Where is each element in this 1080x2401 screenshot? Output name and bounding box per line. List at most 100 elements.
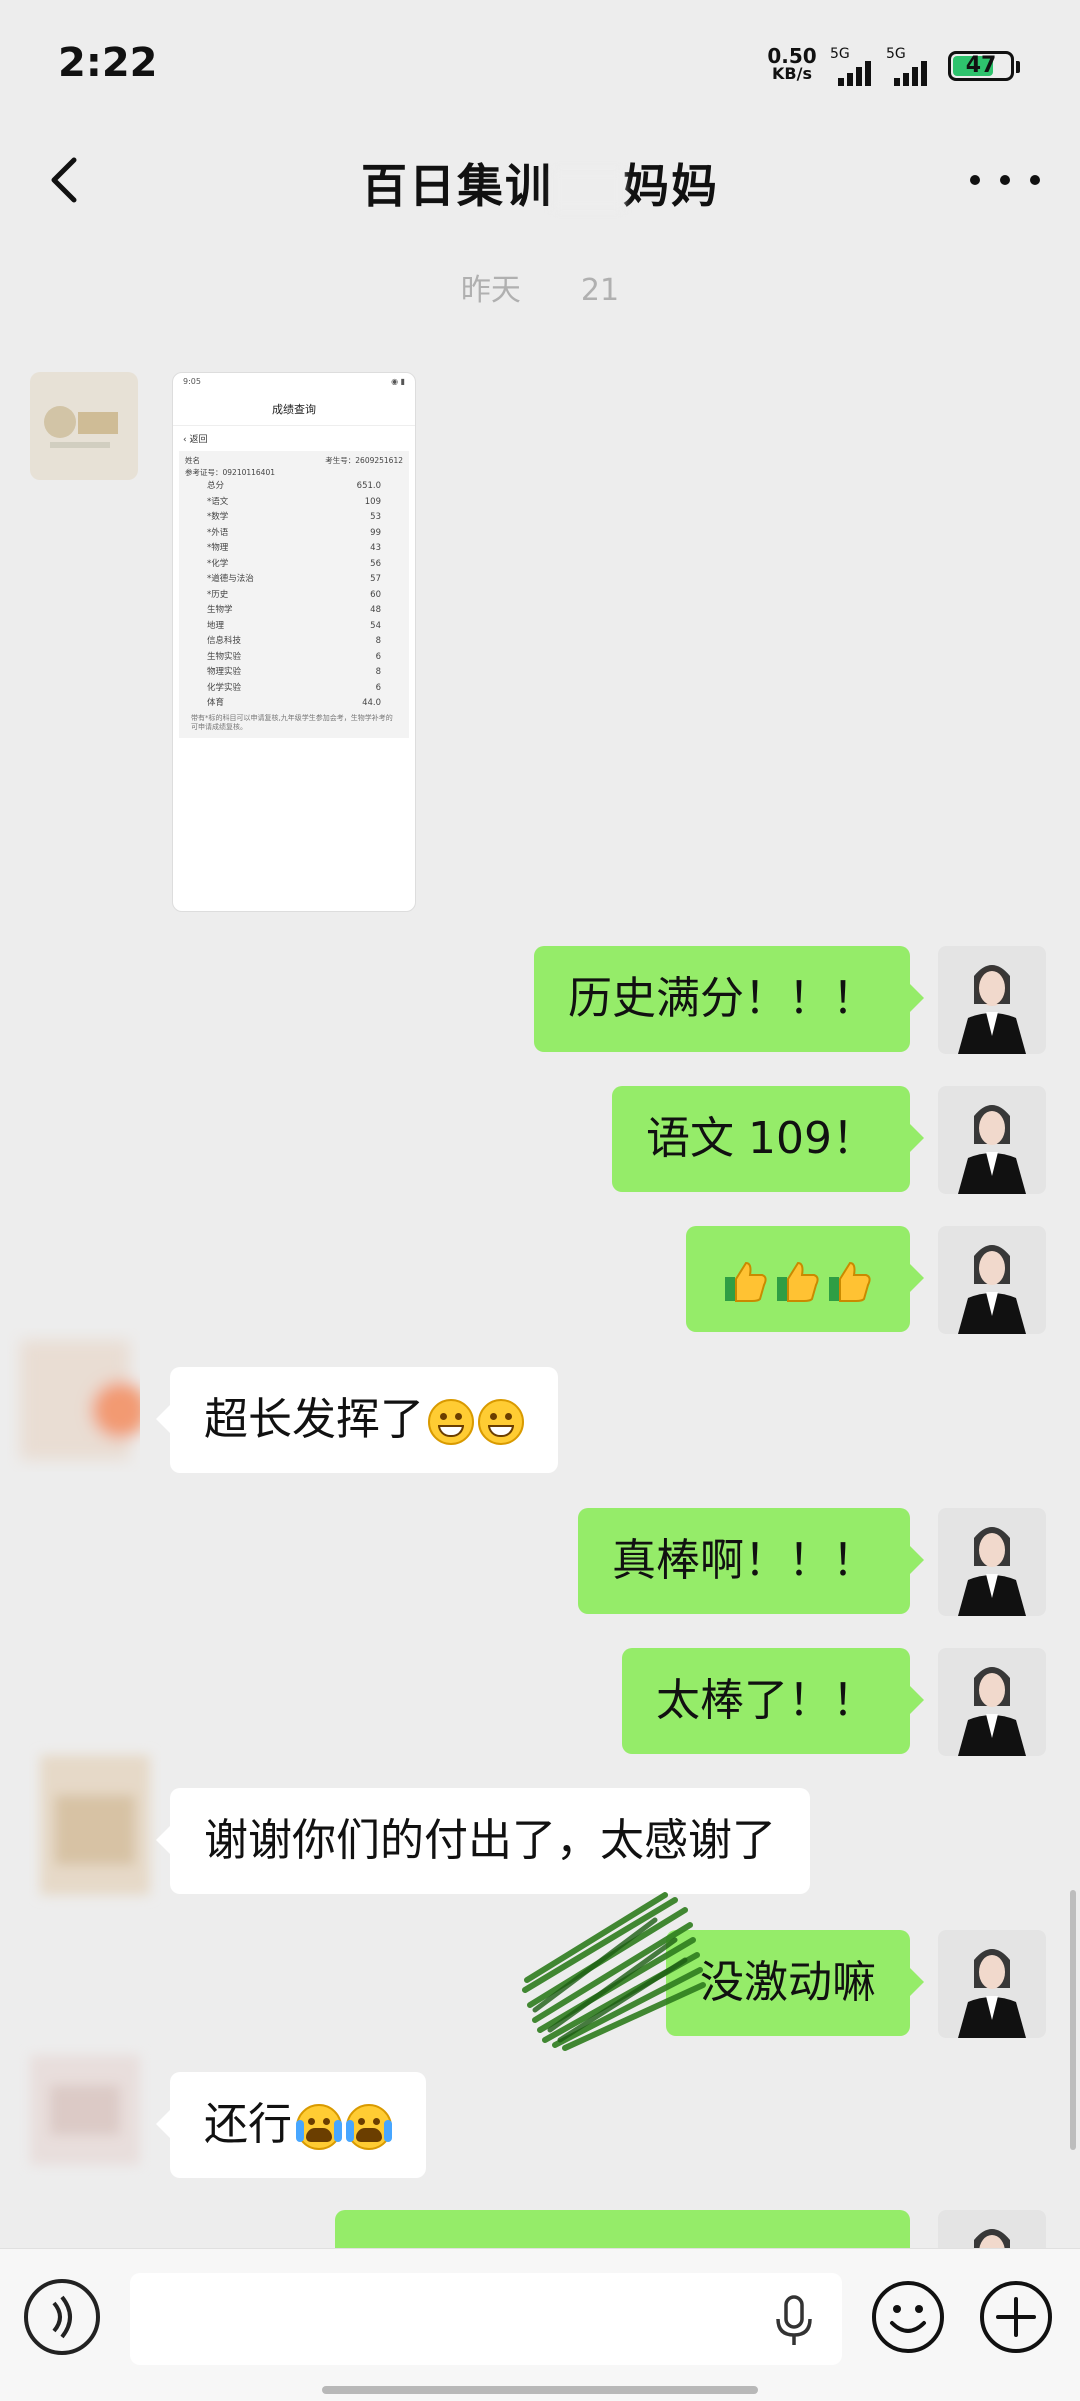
score-subject: 化学实验	[207, 682, 242, 693]
message-bubble-outgoing[interactable]: 历史满分！！！	[534, 946, 924, 1052]
score-value: 48	[370, 605, 381, 615]
chat-header: 百日集训 妈妈	[0, 130, 1080, 230]
score-card-ref: 参考证号： 09210116401	[185, 468, 275, 477]
score-row: 生物学 48	[185, 603, 403, 619]
score-value: 60	[370, 589, 381, 600]
voice-icon	[52, 2295, 72, 2339]
score-value: 8	[375, 667, 381, 677]
more-button[interactable]	[970, 150, 1040, 210]
timestamp-time: 21	[580, 273, 620, 308]
score-screenshot-image[interactable]: 9:05 ◉ ▮ 成绩查询 ‹ 返回 姓名 考生号：2609251612 参考证…	[172, 372, 416, 912]
score-subject: *语文	[207, 496, 229, 507]
chat-title: 百日集训 妈妈	[0, 150, 1080, 216]
contact-avatar[interactable]	[0, 1320, 140, 1490]
contact-avatar[interactable]	[20, 1735, 170, 1915]
screenshot-page-title: 成绩查询	[173, 395, 415, 426]
score-subject: *道德与法治	[207, 574, 254, 584]
score-value: 6	[375, 682, 381, 693]
plus-icon[interactable]	[978, 2279, 1054, 2355]
message-bubble-outgoing[interactable]: 真棒啊！！！	[578, 1508, 924, 1614]
score-value: 53	[370, 512, 381, 522]
score-value: 54	[370, 620, 381, 631]
scrollbar[interactable]	[1070, 1890, 1076, 2150]
microphone-icon[interactable]	[772, 2295, 816, 2347]
self-avatar[interactable]	[938, 1648, 1046, 1756]
score-subject: 体育	[207, 698, 225, 708]
thumbs-up-icon	[725, 1261, 767, 1302]
score-subject: 地理	[207, 620, 225, 631]
battery-icon: 47	[948, 51, 1020, 81]
self-avatar[interactable]	[938, 1930, 1046, 2038]
home-indicator[interactable]	[322, 2386, 758, 2394]
score-row: 化学实验 6	[185, 681, 403, 697]
score-table: 总分 651.0 *语文 109 *数学 53 *外语 99 *物理 43 *化学 56 *道德与法治 5…	[185, 479, 403, 712]
score-subject: *历史	[207, 589, 229, 600]
score-value: 57	[370, 574, 381, 584]
score-row: 生物实验 6	[185, 650, 403, 666]
screenshot-status-bar: 9:05 ◉ ▮	[173, 373, 415, 395]
thumbs-up-icon	[777, 1261, 819, 1302]
self-avatar[interactable]	[938, 1226, 1046, 1334]
score-subject: 信息科技	[207, 636, 242, 646]
input-bar	[0, 2248, 1080, 2401]
score-row: *物理 43	[185, 541, 403, 557]
redaction-scribble	[522, 1892, 706, 2051]
grin-emoji-icon	[428, 1399, 474, 1445]
score-row: 物理实验 8	[185, 665, 403, 681]
laugh-cry-emoji-icon	[296, 2104, 342, 2150]
message-timestamp: 昨天 21	[0, 265, 1080, 309]
self-avatar[interactable]	[938, 1508, 1046, 1616]
score-value: 651.0	[356, 481, 381, 491]
message-bubble-outgoing-emoji[interactable]	[686, 1226, 924, 1332]
message-text: 还行	[204, 2099, 292, 2150]
voice-button[interactable]	[24, 2279, 100, 2355]
message-bubble-incoming[interactable]: 还行	[156, 2072, 426, 2178]
message-bubble-incoming[interactable]: 谢谢你们的付出了，太感谢了	[156, 1788, 810, 1894]
laugh-cry-emoji-icon	[346, 2104, 392, 2150]
contact-avatar[interactable]	[30, 372, 138, 480]
emoji-icon[interactable]	[870, 2279, 946, 2355]
status-bar: 2:22 0.50 KB/s 5G 5G 47	[0, 0, 1080, 130]
score-subject: *数学	[207, 512, 229, 522]
score-value: 8	[375, 636, 381, 646]
score-subject: 生物实验	[207, 651, 242, 662]
score-value: 56	[370, 558, 381, 569]
score-row: *语文 109	[185, 495, 403, 511]
battery-level: 47	[965, 53, 997, 78]
self-avatar[interactable]	[938, 946, 1046, 1054]
self-avatar[interactable]	[938, 1086, 1046, 1194]
network-speed-value: 0.50	[767, 44, 817, 68]
score-card: 姓名 考生号：2609251612 参考证号： 09210116401 总分 651…	[179, 451, 409, 738]
score-row: 体育 44.0	[185, 696, 403, 712]
score-row: *外语 99	[185, 526, 403, 542]
contact-avatar[interactable]	[10, 2035, 160, 2185]
score-value: 44.0	[362, 698, 381, 708]
score-subject: *化学	[207, 558, 229, 569]
chat-title-main: 百日集训	[361, 159, 553, 213]
message-text: 超长发挥了	[204, 1394, 424, 1445]
score-card-header: 姓名 考生号：2609251612	[185, 456, 403, 465]
score-row: *道德与法治 57	[185, 572, 403, 588]
score-row: 信息科技 8	[185, 634, 403, 650]
screenshot-time: 9:05	[183, 377, 201, 386]
score-row: 地理 54	[185, 619, 403, 635]
network-speed: 0.50 KB/s	[762, 46, 822, 82]
score-value: 43	[370, 543, 381, 553]
score-note: 带有*标的科目可以申请复核,九年级学生参加会考，生物学补考的可申请成绩复核。	[191, 713, 393, 731]
score-subject: 生物学	[207, 605, 233, 615]
score-value: 99	[370, 527, 381, 538]
grin-emoji-icon	[478, 1399, 524, 1445]
score-row: *数学 53	[185, 510, 403, 526]
chat-title-suffix: 妈妈	[623, 159, 719, 213]
score-subject: 总分	[207, 481, 225, 491]
message-bubble-outgoing[interactable]: 太棒了！！	[622, 1648, 924, 1754]
screenshot-back-link: ‹ 返回	[183, 435, 208, 445]
message-bubble-incoming[interactable]: 超长发挥了	[156, 1367, 558, 1473]
network-speed-unit: KB/s	[772, 64, 812, 83]
message-bubble-outgoing[interactable]: 语文 109！	[612, 1086, 924, 1192]
more-icon	[970, 175, 980, 185]
thumbs-up-icon	[829, 1261, 871, 1302]
message-input[interactable]	[130, 2273, 842, 2365]
timestamp-day: 昨天	[460, 273, 521, 308]
score-row: 总分 651.0	[185, 479, 403, 495]
